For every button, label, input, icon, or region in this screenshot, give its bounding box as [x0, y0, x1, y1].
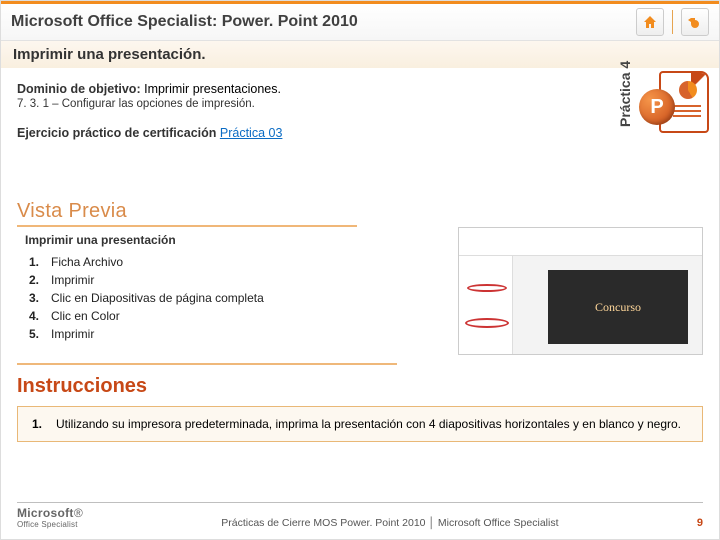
domain-subline: 7. 3. 1 – Configurar las opciones de imp…: [17, 98, 703, 110]
step-text: Imprimir: [51, 325, 94, 343]
objective-zone: Dominio de objetivo: Imprimir presentaci…: [1, 68, 719, 198]
instructions-heading: Instrucciones: [17, 375, 703, 398]
practice-number-label: Práctica 4: [617, 61, 633, 127]
step-text: Clic en Color: [51, 307, 120, 325]
domain-label: Dominio de objetivo:: [17, 82, 141, 96]
subtitle-bar: Imprimir una presentación.: [1, 41, 719, 68]
p-badge: P: [639, 89, 675, 125]
domain-value: Imprimir presentaciones.: [144, 82, 281, 96]
list-item: 3.Clic en Diapositivas de página complet…: [25, 289, 264, 307]
instruction-index: 1.: [32, 417, 42, 431]
preview-thumbnail: Concurso: [458, 227, 703, 355]
powerpoint-logo-icon: P: [639, 71, 709, 141]
list-item: 2.Imprimir: [25, 271, 264, 289]
exercise-label: Ejercicio práctico de certificación: [17, 126, 216, 140]
instruction-text: Utilizando su impresora predeterminada, …: [56, 417, 681, 431]
instructions-box: 1. Utilizando su impresora predeterminad…: [17, 406, 703, 442]
header-icons: [636, 8, 709, 36]
logo-brand: Microsoft: [17, 506, 74, 520]
thumbnail-slide-title: Concurso: [548, 270, 688, 344]
step-text: Imprimir: [51, 271, 94, 289]
footer-center-text: Prácticas de Cierre MOS Power. Point 201…: [83, 517, 697, 529]
back-icon[interactable]: [681, 8, 709, 36]
home-icon[interactable]: [636, 8, 664, 36]
step-text: Ficha Archivo: [51, 253, 123, 271]
list-item: 5.Imprimir: [25, 325, 264, 343]
title-bar: Microsoft Office Specialist: Power. Poin…: [1, 1, 719, 41]
list-item: 4.Clic en Color: [25, 307, 264, 325]
preview-heading: Vista Previa: [17, 200, 357, 227]
logo-program: Office Specialist: [17, 520, 78, 529]
domain-line: Dominio de objetivo: Imprimir presentaci…: [17, 82, 703, 96]
rule: [17, 363, 397, 365]
footer: Microsoft® Office Specialist Prácticas d…: [17, 506, 703, 529]
step-list: 1.Ficha Archivo 2.Imprimir 3.Clic en Dia…: [25, 253, 264, 343]
microsoft-logo: Microsoft® Office Specialist: [17, 506, 83, 529]
step-text: Clic en Diapositivas de página completa: [51, 289, 264, 307]
footer-divider: [17, 502, 703, 503]
exercise-link[interactable]: Práctica 03: [220, 126, 283, 140]
right-block: Práctica 4 P: [619, 67, 709, 187]
app-title: Microsoft Office Specialist: Power. Poin…: [11, 13, 636, 31]
page-subtitle: Imprimir una presentación.: [13, 46, 707, 63]
exercise-line: Ejercicio práctico de certificación Prác…: [17, 126, 703, 140]
preview-row: 1.Ficha Archivo 2.Imprimir 3.Clic en Dia…: [25, 253, 703, 355]
list-item: 1.Ficha Archivo: [25, 253, 264, 271]
header-separator: [672, 10, 673, 34]
page-number: 9: [697, 517, 703, 529]
